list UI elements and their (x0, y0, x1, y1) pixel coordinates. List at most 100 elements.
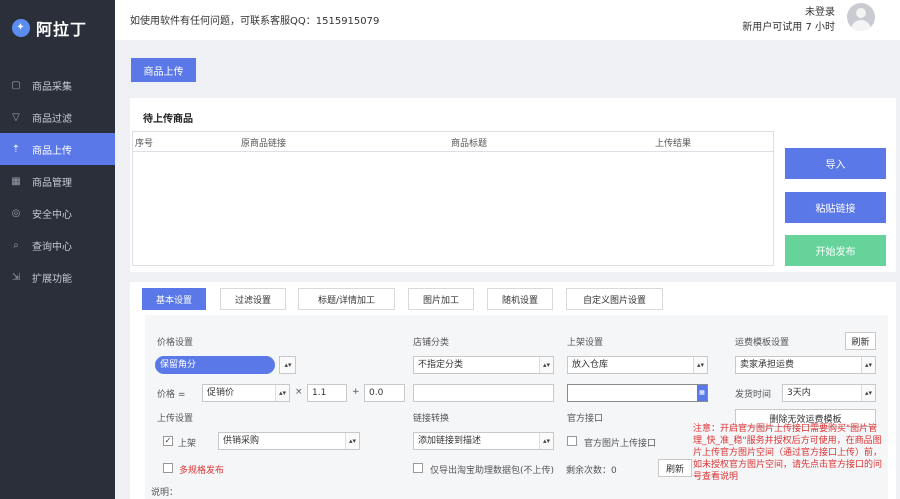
search-icon: ⌕ (13, 239, 19, 251)
sidebar-item-extension[interactable]: ⇲ 扩展功能 (0, 261, 115, 293)
sidebar-item-filter[interactable]: ▽ 商品过滤 (0, 101, 115, 133)
price-formula-label: 价格 = (157, 390, 186, 400)
calendar-icon[interactable]: ▦ (697, 385, 707, 401)
upload-settings-label: 上传设置 (157, 414, 194, 424)
pending-upload-panel: 待上传商品 序号 原商品链接 商品标题 上传结果 导入 粘贴链接 开始发布 (130, 98, 896, 272)
sidebar-item-label: 查询中心 (32, 241, 72, 253)
official-api-label: 官方接口 (567, 414, 604, 424)
grid-icon: ▦ (11, 175, 21, 187)
chevron-updown-icon: ▴▾ (281, 357, 295, 373)
official-api-checkbox[interactable] (567, 436, 577, 446)
price-base-select[interactable]: 促销价 ▴▾ (202, 384, 290, 402)
trial-text: 新用户可试用 7 小时 (742, 22, 835, 33)
sidebar-item-upload[interactable]: ⇡ 商品上传 (0, 133, 115, 165)
column-header-result: 上传结果 (655, 139, 692, 149)
multi-spec-checkbox[interactable] (163, 463, 173, 473)
extension-icon: ⇲ (11, 271, 21, 283)
addend-input[interactable]: 0.0 (364, 384, 405, 402)
basic-settings-form: 价格设置 保留角分 ▴▾ 价格 = 促销价 ▴▾ × 1.1 + 0.0 上传设置… (145, 315, 888, 499)
freight-refresh-button[interactable]: 刷新 (845, 332, 876, 350)
tab-basic[interactable]: 基本设置 (142, 288, 206, 310)
support-notice: 如使用软件有任何问题，可联系客服QQ：1515915079 (130, 16, 380, 27)
avatar[interactable] (847, 3, 875, 31)
official-api-warning: 注意：开启官方图片上传接口需要购买"图片管理_快_准_稳"服务并授权后方可使用，… (693, 424, 883, 482)
chevron-updown-icon: ▴▾ (539, 357, 553, 373)
logo-icon: ✦ (12, 18, 30, 37)
settings-panel: 基本设置 过滤设置 标题/详情加工 图片加工 随机设置 自定义图片设置 价格设置… (130, 282, 896, 499)
chevron-updown-icon: ▴▾ (275, 385, 289, 401)
column-header-source-link: 原商品链接 (241, 139, 287, 149)
ship-time-label: 发货时间 (735, 390, 772, 400)
import-button[interactable]: 导入 (785, 148, 886, 179)
listing-select[interactable]: 放入仓库 ▴▾ (567, 356, 708, 374)
price-rounding-spinner[interactable]: ▴▾ (279, 356, 296, 374)
filter-icon: ▽ (12, 111, 20, 123)
select-value: 供销采购 (223, 436, 260, 446)
sidebar-item-label: 商品上传 (32, 145, 72, 157)
select-value: 添加链接到描述 (418, 436, 482, 446)
select-value: 保留角分 (160, 360, 197, 370)
sidebar-item-label: 商品采集 (32, 81, 72, 93)
official-api-checkbox-label: 官方图片上传接口 (584, 439, 657, 449)
freight-template-select[interactable]: 卖家承担运费 ▴▾ (735, 356, 876, 374)
product-upload-button[interactable]: 商品上传 (131, 58, 196, 82)
shelf-checkbox[interactable]: ✓ (163, 436, 173, 446)
chevron-updown-icon: ▴▾ (861, 357, 875, 373)
export-only-checkbox[interactable] (413, 463, 423, 473)
supply-select[interactable]: 供销采购 ▴▾ (218, 432, 360, 450)
store-category-select[interactable]: 不指定分类 ▴▾ (413, 356, 554, 374)
sidebar-item-label: 安全中心 (32, 209, 72, 221)
select-value: 不指定分类 (418, 360, 464, 370)
link-conversion-label: 链接转换 (413, 414, 450, 424)
multiply-sign: × (295, 387, 303, 397)
login-status-link[interactable]: 未登录 (805, 3, 835, 18)
app-title: 阿拉丁 (36, 19, 88, 39)
chevron-updown-icon: ▴▾ (861, 385, 875, 401)
price-rounding-select[interactable]: 保留角分 (155, 356, 275, 374)
sidebar-item-label: 扩展功能 (32, 273, 72, 285)
sidebar-item-collect[interactable]: ▢ 商品采集 (0, 69, 115, 101)
tab-random[interactable]: 随机设置 (487, 288, 553, 310)
store-category-label: 店铺分类 (413, 338, 450, 348)
remaining-count: 剩余次数：0 (566, 466, 617, 476)
start-publish-button[interactable]: 开始发布 (785, 235, 886, 266)
tab-image[interactable]: 图片加工 (408, 288, 474, 310)
price-settings-label: 价格设置 (157, 338, 194, 348)
freight-template-label: 运费模板设置 (735, 338, 790, 348)
sidebar: ✦ 阿拉丁 ▢ 商品采集 ▽ 商品过滤 ⇡ 商品上传 ▦ 商品管理 ◎ 安全中心 ⌕ 查询中… (0, 0, 115, 499)
select-value: 3天内 (787, 388, 811, 398)
sidebar-item-label: 商品管理 (32, 177, 72, 189)
tab-custom-image[interactable]: 自定义图片设置 (566, 288, 663, 310)
store-category-input[interactable] (413, 384, 554, 402)
select-value: 促销价 (207, 388, 235, 398)
shelf-checkbox-label: 上架 (178, 439, 197, 449)
sidebar-item-security[interactable]: ◎ 安全中心 (0, 197, 115, 229)
app-logo: ✦ 阿拉丁 (0, 0, 115, 55)
sidebar-nav: ▢ 商品采集 ▽ 商品过滤 ⇡ 商品上传 ▦ 商品管理 ◎ 安全中心 ⌕ 查询中心 ⇲ 扩展功… (0, 69, 115, 293)
select-value: 放入仓库 (572, 360, 609, 370)
column-header-title: 商品标题 (451, 139, 488, 149)
chevron-updown-icon: ▴▾ (693, 357, 707, 373)
header: 如使用软件有任何问题，可联系客服QQ：1515915079 未登录 新用户可试用… (115, 0, 900, 40)
panel-title: 待上传商品 (143, 114, 193, 125)
chevron-updown-icon: ▴▾ (539, 433, 553, 449)
refresh-count-button[interactable]: 刷新 (658, 459, 692, 477)
sidebar-item-query[interactable]: ⌕ 查询中心 (0, 229, 115, 261)
tab-title-detail[interactable]: 标题/详情加工 (298, 288, 395, 310)
ship-time-select[interactable]: 3天内 ▴▾ (782, 384, 876, 402)
sidebar-item-manage[interactable]: ▦ 商品管理 (0, 165, 115, 197)
shield-icon: ◎ (11, 207, 21, 219)
chevron-updown-icon: ▴▾ (345, 433, 359, 449)
listing-datetime-input[interactable]: ▦ (567, 384, 708, 402)
plus-sign: + (352, 387, 360, 397)
note-label: 说明： (151, 488, 179, 498)
tab-filter[interactable]: 过滤设置 (220, 288, 286, 310)
pending-products-table: 序号 原商品链接 商品标题 上传结果 (132, 131, 774, 266)
upload-icon: ⇡ (11, 143, 21, 155)
multiplier-input[interactable]: 1.1 (307, 384, 347, 402)
table-header: 序号 原商品链接 商品标题 上传结果 (133, 132, 773, 152)
paste-link-button[interactable]: 粘贴链接 (785, 192, 886, 223)
link-conversion-select[interactable]: 添加链接到描述 ▴▾ (413, 432, 554, 450)
export-only-label: 仅导出淘宝助理数据包(不上传) (430, 466, 555, 476)
column-header-index: 序号 (135, 139, 154, 149)
